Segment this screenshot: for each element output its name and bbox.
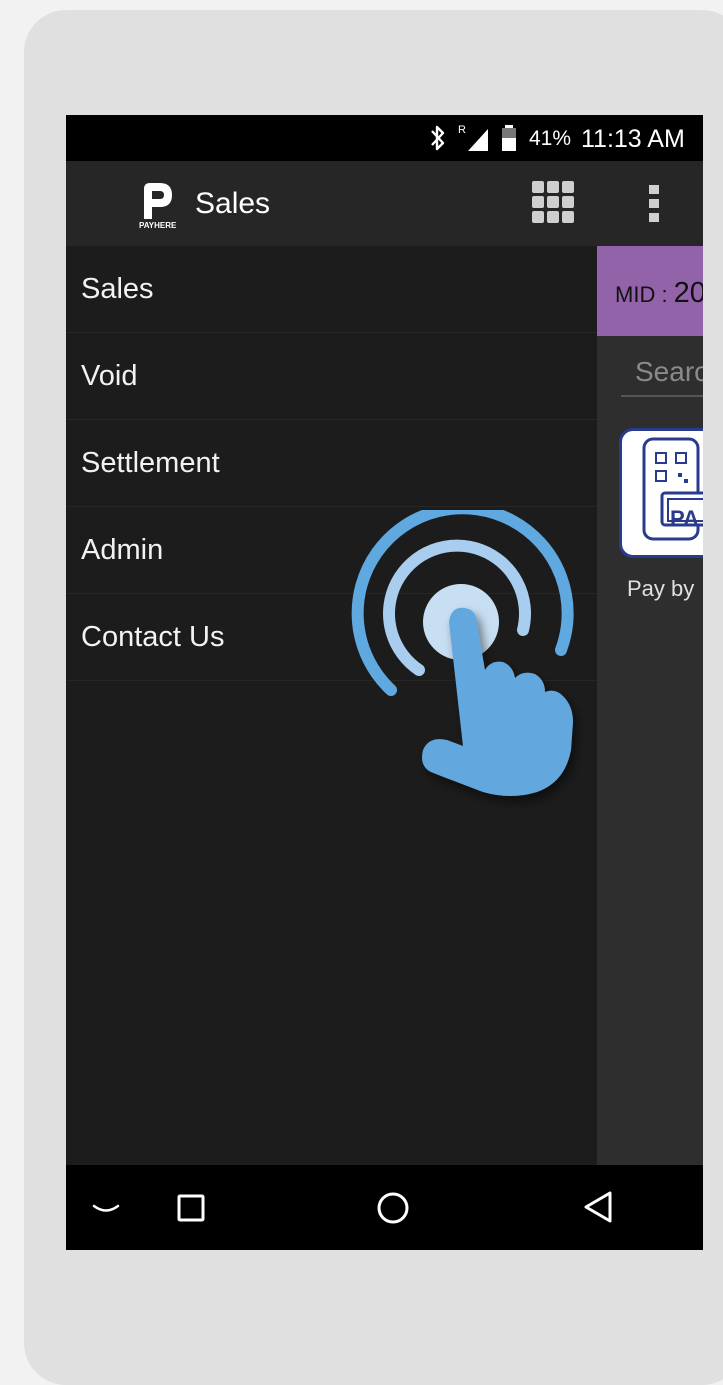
- mid-value: 20: [673, 277, 703, 309]
- search-input[interactable]: [621, 349, 703, 397]
- bluetooth-icon: [431, 125, 445, 151]
- pay-by-qr-tile[interactable]: PA: [619, 428, 703, 558]
- qr-phone-icon: [642, 437, 703, 541]
- tile-text: PA: [670, 506, 699, 531]
- drawer-item-void[interactable]: Void: [66, 333, 597, 420]
- pay-by-label: Pay by: [627, 576, 695, 601]
- drawer-item-contact-us[interactable]: Contact Us: [66, 594, 597, 681]
- status-bar: R 41% 11:13 AM: [66, 115, 703, 161]
- back-icon[interactable]: [581, 1189, 615, 1225]
- grid-menu-icon[interactable]: [532, 181, 576, 225]
- signal-roaming-icon: R: [458, 124, 488, 151]
- clock: 11:13 AM: [581, 125, 685, 153]
- system-nav-bar: [66, 1165, 703, 1250]
- drawer-item-label: Settlement: [81, 446, 220, 479]
- logo-mark-icon: [144, 183, 172, 219]
- drawer-item-label: Sales: [81, 272, 154, 305]
- mid-label-text: MID :: [615, 282, 674, 307]
- battery-percent: 41%: [529, 127, 572, 150]
- drawer-item-settlement[interactable]: Settlement: [66, 420, 597, 507]
- drawer-item-admin[interactable]: Admin: [66, 507, 597, 594]
- drawer-item-label: Contact Us: [81, 620, 225, 653]
- app-title: Sales: [195, 187, 271, 220]
- battery-icon: [502, 125, 516, 151]
- phone-screen: R 41% 11:13 AM PAYHERE Sales MID: 20 Se…: [66, 115, 703, 1250]
- drawer-item-label: Admin: [81, 533, 164, 566]
- mid-label: MID : 20: [615, 277, 703, 310]
- drawer-item-sales[interactable]: Sales: [66, 246, 597, 333]
- payhere-logo: PAYHERE: [136, 181, 182, 231]
- main-content: MID : 20 PA Pay by: [597, 246, 703, 1165]
- app-bar: PAYHERE Sales: [66, 161, 703, 246]
- more-vert-icon[interactable]: [646, 183, 662, 223]
- chevron-down-icon[interactable]: [92, 1203, 120, 1217]
- mid-bar: MID : 20: [597, 246, 703, 336]
- navigation-drawer: Sales Void Settlement Admin Contact Us: [66, 246, 597, 1165]
- drawer-item-label: Void: [81, 359, 138, 392]
- svg-text:R: R: [458, 124, 466, 136]
- logo-text: PAYHERE: [139, 221, 177, 230]
- recent-apps-icon[interactable]: [176, 1193, 206, 1223]
- home-icon[interactable]: [376, 1191, 410, 1225]
